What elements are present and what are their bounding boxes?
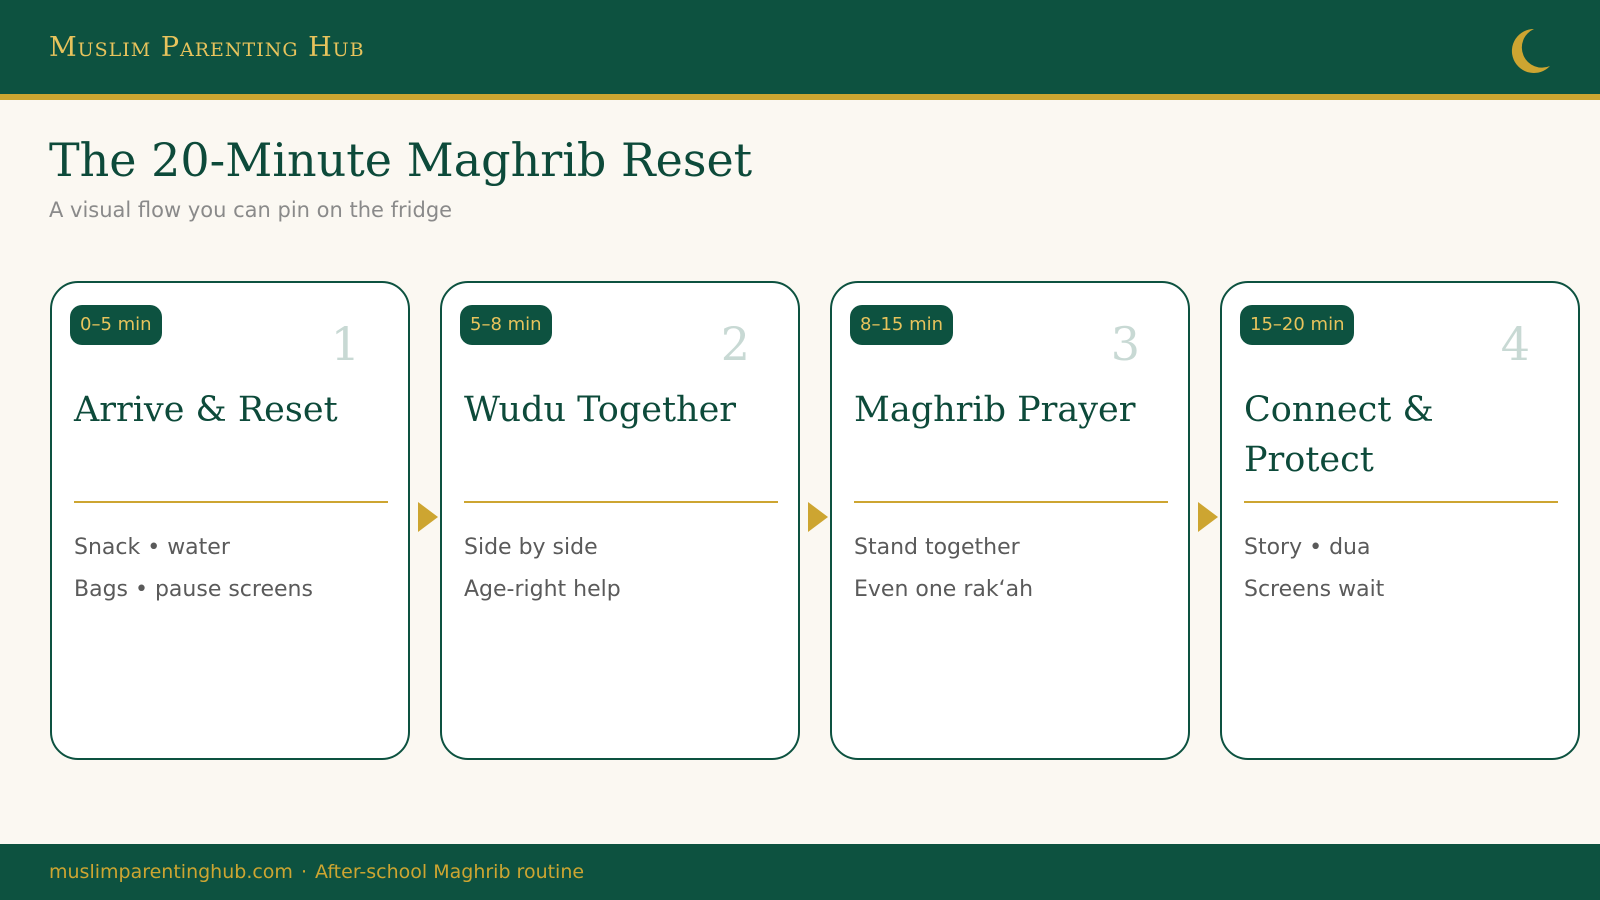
arrow-right-icon <box>418 502 438 532</box>
step-detail: Stand together <box>854 535 1020 560</box>
footer-caption: After-school Maghrib routine <box>315 861 585 883</box>
step-detail: Story • dua <box>1244 535 1371 560</box>
header-bar: Muslim Parenting Hub <box>0 0 1600 100</box>
step-detail: Even one rak‘ah <box>854 577 1034 602</box>
divider <box>74 501 388 503</box>
arrow-right-icon <box>808 502 828 532</box>
time-badge: 15–20 min <box>1240 305 1355 345</box>
step-detail: Age-right help <box>464 577 621 602</box>
footer-separator: · <box>300 861 307 883</box>
footer-site: muslimparentinghub.com <box>49 861 293 883</box>
divider <box>464 501 778 503</box>
step-number: 3 <box>1110 317 1140 371</box>
step-title: Arrive & Reset <box>74 390 338 430</box>
page-subtitle: A visual flow you can pin on the fridge <box>49 198 453 222</box>
time-badge: 0–5 min <box>70 305 162 345</box>
divider <box>854 501 1168 503</box>
step-number: 1 <box>330 317 360 371</box>
step-title: Wudu Together <box>464 390 737 430</box>
crescent-moon-icon <box>1511 28 1550 73</box>
step-number: 4 <box>1500 317 1530 371</box>
step-detail: Bags • pause screens <box>74 577 313 602</box>
step-detail: Snack • water <box>74 535 230 560</box>
brand-name: Muslim Parenting Hub <box>49 32 365 63</box>
step-title: Maghrib Prayer <box>854 390 1136 430</box>
divider <box>1244 501 1558 503</box>
step-number: 2 <box>720 317 750 371</box>
step-detail: Side by side <box>464 535 598 560</box>
footer-bar: muslimparentinghub.com · After-school Magh… <box>0 844 1600 900</box>
footer-text: muslimparentinghub.com · After-school Magh… <box>49 861 584 883</box>
page-title: The 20-Minute Maghrib Reset <box>49 133 753 187</box>
step-title: Connect & Protect <box>1244 390 1434 480</box>
step-card-1: 0–5 min 1 Arrive & Reset Snack • water B… <box>50 281 410 760</box>
step-card-3: 8–15 min 3 Maghrib Prayer Stand together… <box>830 281 1190 760</box>
step-card-4: 15–20 min 4 Connect & Protect Story • du… <box>1220 281 1580 760</box>
time-badge: 5–8 min <box>460 305 552 345</box>
time-badge: 8–15 min <box>850 305 954 345</box>
step-detail: Screens wait <box>1244 577 1385 602</box>
arrow-right-icon <box>1198 502 1218 532</box>
step-card-2: 5–8 min 2 Wudu Together Side by side Age… <box>440 281 800 760</box>
